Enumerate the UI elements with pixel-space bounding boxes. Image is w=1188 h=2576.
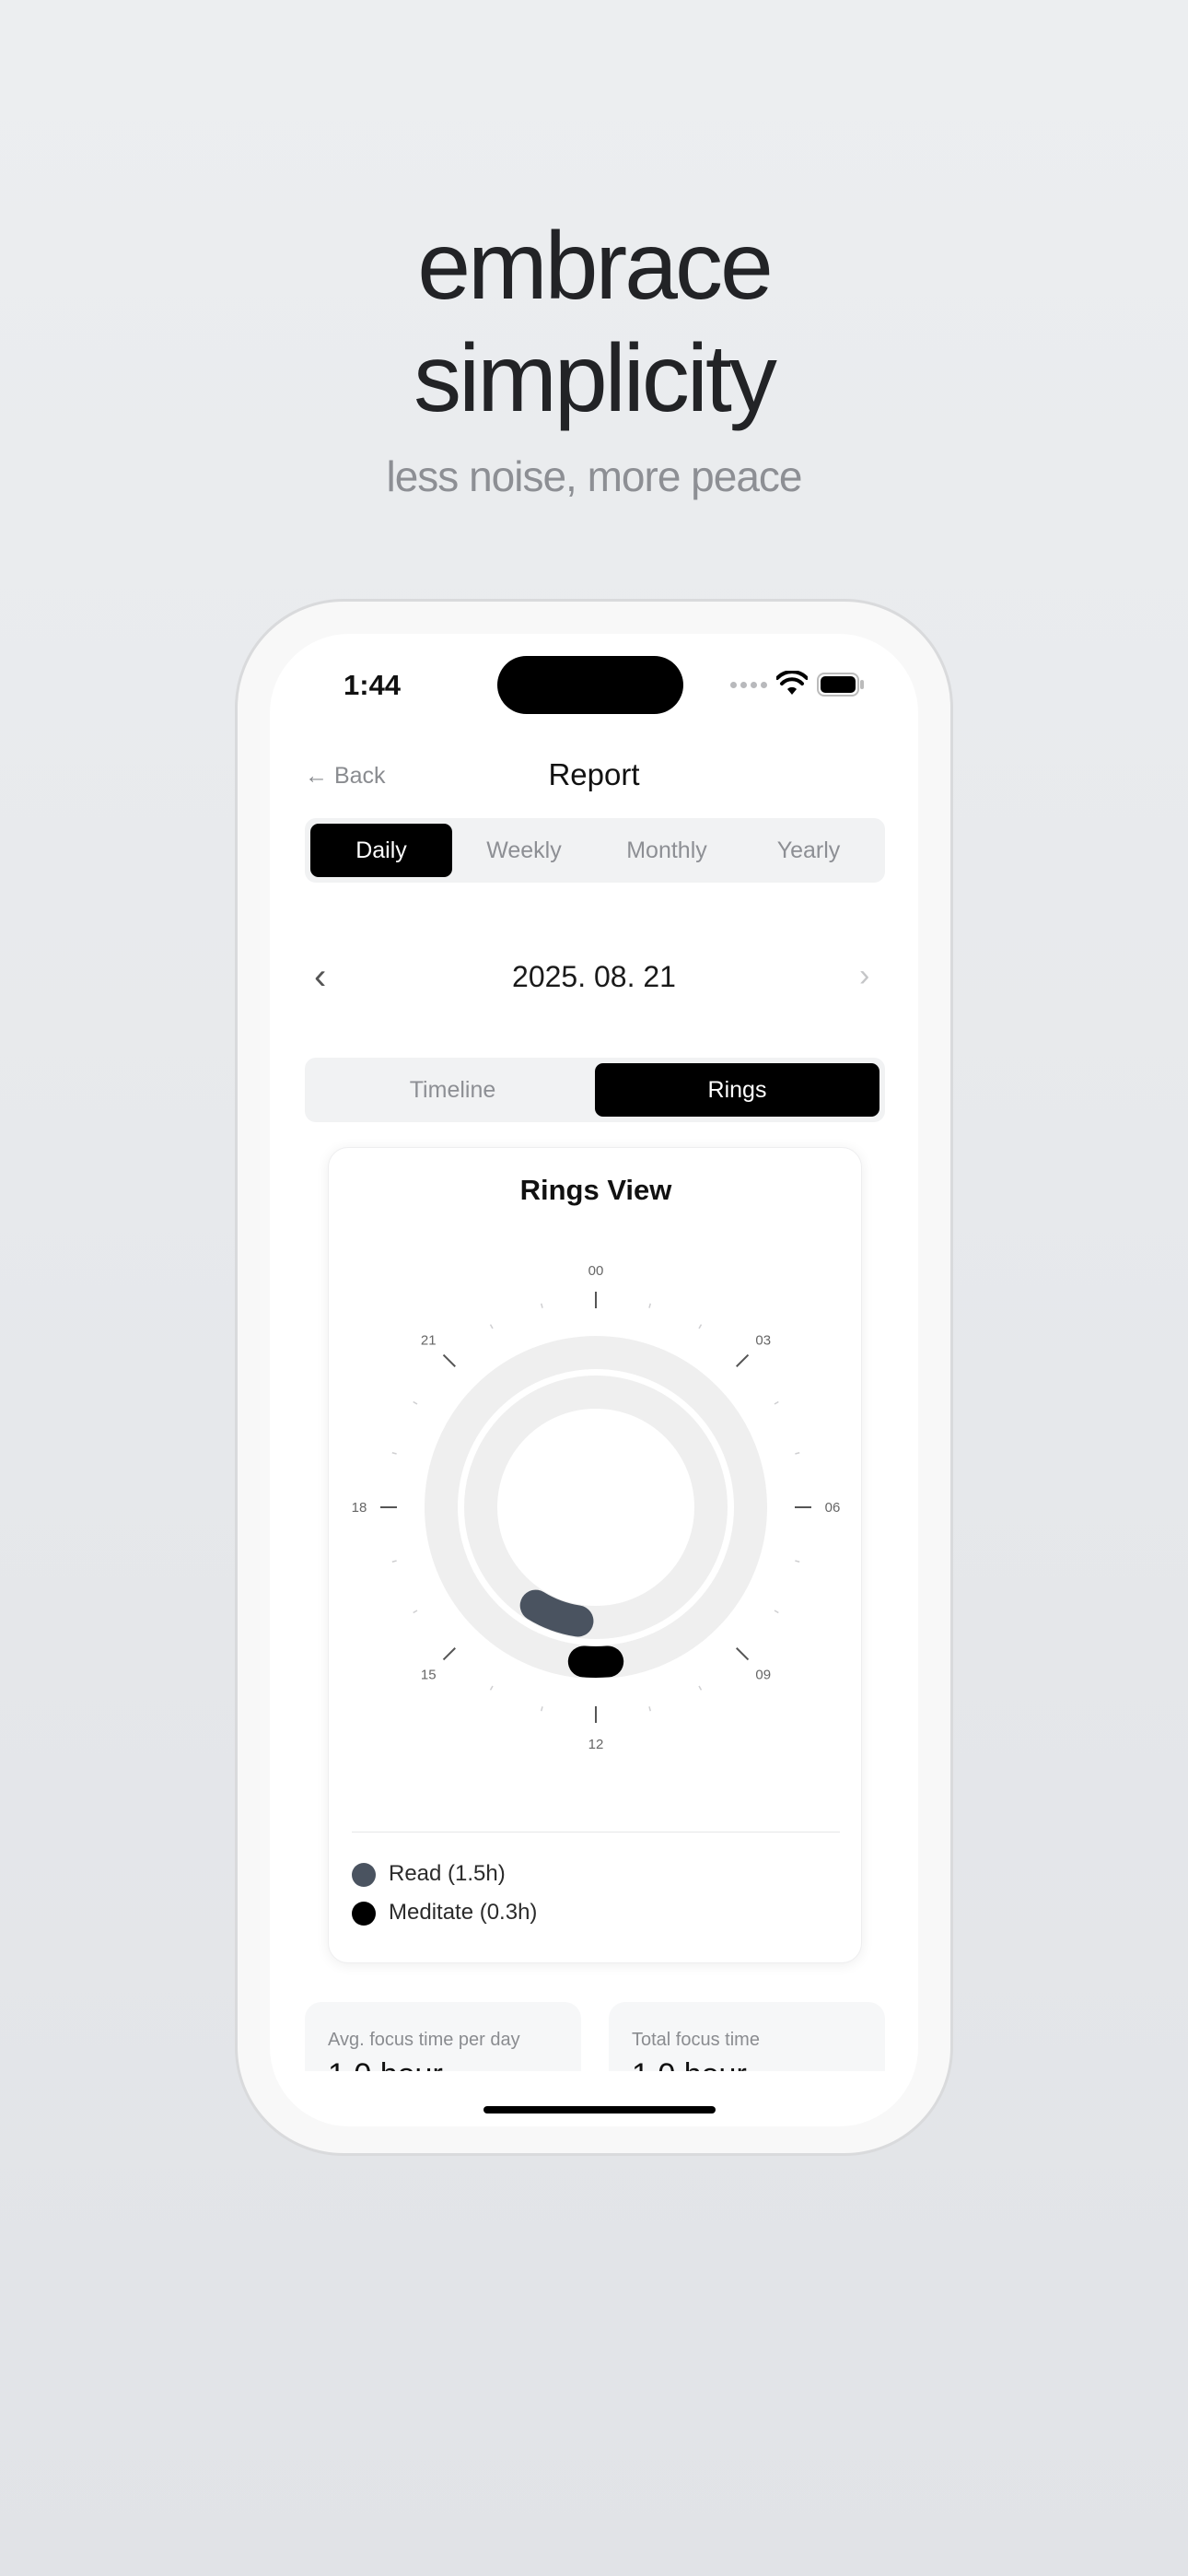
hour-label: 03 [755,1332,771,1348]
minor-tick [413,1610,418,1614]
minor-tick [489,1685,494,1691]
tab-weekly[interactable]: Weekly [453,824,595,877]
minor-tick [774,1400,779,1405]
inner-ring-track [464,1376,728,1639]
rings-view-card: Rings View 00 03 06 09 12 15 18 21 Read (1.5h) … [328,1147,862,1963]
hero-subline: less noise, more peace [386,452,802,500]
hour-label: 00 [588,1263,604,1279]
legend-item-meditate: Meditate (0.3h) [352,1896,840,1935]
minor-tick [648,1303,651,1308]
minor-tick [413,1400,418,1405]
status-time: 1:44 [344,669,402,701]
headline-line-1: embrace [417,213,774,320]
minor-tick [391,1452,397,1455]
tab-monthly[interactable]: Monthly [596,824,738,877]
ring-arc-meditate [567,1645,624,1678]
phone-screen: 1:44 ← Back Report Daily Weekly Monthly … [270,634,918,2126]
battery-icon [817,673,864,697]
minor-tick [795,1452,800,1455]
headline-line-2: simplicity [413,325,777,432]
legend-dot-read [352,1863,376,1887]
legend-item-read: Read (1.5h) [352,1857,840,1896]
legend-dot-meditate [352,1902,376,1926]
major-tick [442,1647,456,1661]
hour-label: 09 [755,1668,771,1683]
major-tick [736,1353,750,1367]
hour-label: 06 [825,1500,841,1516]
stat-label-total: Total focus time [632,2030,760,2050]
major-tick [736,1647,750,1661]
hour-label: 15 [421,1668,437,1683]
dynamic-island [497,656,683,714]
tab-rings[interactable]: Rings [595,1063,879,1117]
legend: Read (1.5h) Meditate (0.3h) [352,1857,840,1935]
date-label: 2025. 08. 21 [512,960,676,993]
view-segmented-control: Timeline Rings [305,1058,885,1122]
tab-yearly[interactable]: Yearly [738,824,879,877]
rings-chart: 00 03 06 09 12 15 18 21 [352,1263,841,1752]
stat-label-avg: Avg. focus time per day [328,2030,520,2050]
page-title: Report [548,757,640,791]
ring-arc-read [519,1589,594,1637]
hour-label: 18 [352,1500,367,1516]
tab-daily[interactable]: Daily [310,824,452,877]
date-navigator: ‹ 2025. 08. 21 › [270,956,918,1002]
signal-dots-icon [730,682,767,691]
legend-label-read: Read (1.5h) [389,1861,506,1886]
chevron-right-icon[interactable]: › [859,958,869,994]
minor-tick [648,1706,651,1712]
wifi-icon [776,671,808,695]
home-indicator[interactable] [483,2106,716,2113]
status-icons [730,671,878,698]
minor-tick [774,1610,779,1614]
phone-frame: 1:44 ← Back Report Daily Weekly Monthly … [235,599,953,2156]
minor-tick [391,1560,397,1563]
minor-tick [698,1324,703,1329]
hour-label: 21 [421,1332,437,1348]
minor-tick [795,1560,800,1563]
major-tick [442,1353,456,1367]
tab-timeline[interactable]: Timeline [310,1063,595,1117]
minor-tick [698,1685,703,1691]
minor-tick [489,1324,494,1329]
card-title: Rings View [519,1174,672,1206]
hero-headline: embrace simplicity [0,210,1188,435]
period-segmented-control: Daily Weekly Monthly Yearly [305,818,885,883]
screen-bottom-mask [270,2071,918,2126]
hour-label: 12 [588,1737,604,1752]
legend-label-meditate: Meditate (0.3h) [389,1900,538,1925]
